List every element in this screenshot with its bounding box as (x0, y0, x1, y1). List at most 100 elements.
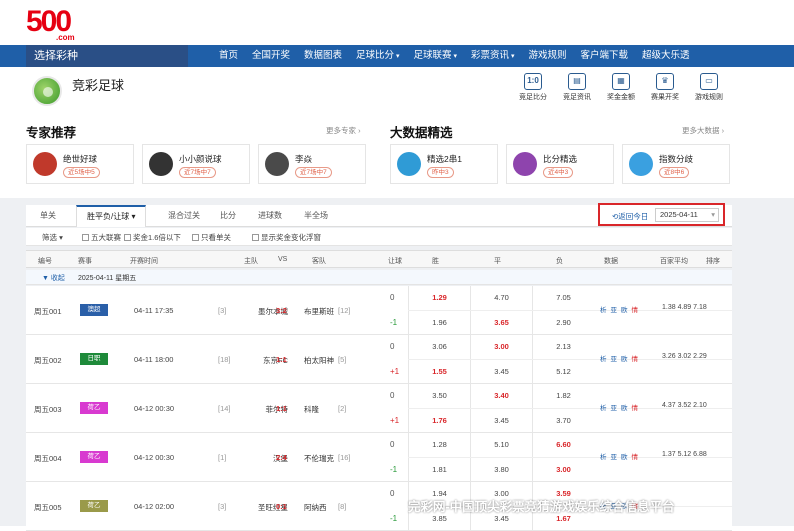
away-team[interactable]: 柏太阳神 (304, 355, 334, 366)
data-link[interactable]: 亚 (611, 356, 618, 363)
league-badge[interactable]: 荷乙 (80, 402, 108, 414)
data-link[interactable]: 亚 (611, 307, 618, 314)
header-tool-2[interactable]: ▦ 奖金金额 (600, 72, 642, 102)
away-team[interactable]: 布里斯班 (304, 306, 334, 317)
tab-3[interactable]: 比分 (220, 205, 236, 227)
table-row[interactable]: 周五004 荷乙 04-12 00:30 [1] 汉堡 2:4 不伦瑞克 [16] 0 -1 1.2… (26, 433, 732, 482)
data-link[interactable]: 情 (632, 405, 639, 412)
experts-card-2[interactable]: 李焱 近7场中7 (258, 144, 366, 184)
odds-draw[interactable]: 3.40 (470, 384, 532, 408)
bigdata-card-1[interactable]: 比分精选 近4中3 (506, 144, 614, 184)
away-team[interactable]: 阿纳西 (304, 502, 327, 513)
data-link[interactable]: 情 (632, 307, 639, 314)
data-link[interactable]: 析 (600, 307, 607, 314)
bigdata-card-0[interactable]: 精选2串1 昨中3 (390, 144, 498, 184)
odds-win[interactable]: 3.50 (408, 384, 470, 408)
handicap-odds-lose[interactable]: 3.70 (532, 409, 594, 433)
odds-draw[interactable]: 3.00 (470, 335, 532, 359)
odds-draw[interactable]: 4.70 (470, 286, 532, 310)
data-link[interactable]: 析 (600, 356, 607, 363)
nav-item-1[interactable]: 全国开奖 (245, 45, 297, 67)
experts-card-0[interactable]: 绝世好球 近5场中5 (26, 144, 134, 184)
column-header-12[interactable]: 排序 (706, 256, 720, 266)
column-header-2[interactable]: 开赛时间 (130, 256, 158, 266)
nav-item-3[interactable]: 足球比分 (349, 45, 406, 67)
column-header-1[interactable]: 赛事 (78, 256, 92, 266)
tab-5[interactable]: 半全场 (304, 205, 328, 227)
data-link[interactable]: 情 (632, 454, 639, 461)
column-header-6[interactable]: 让球 (388, 256, 402, 266)
nav-item-5[interactable]: 彩票资讯 (464, 45, 521, 67)
table-row[interactable]: 周五001 澳超 04-11 17:35 [3] 墨尔本城 3:2 布里斯班 [12] 0 -1 1… (26, 286, 732, 335)
bigdata-card-2[interactable]: 指数分歧 近8中6 (622, 144, 730, 184)
column-header-7[interactable]: 胜 (432, 256, 439, 266)
back-to-today-link[interactable]: ⟲返回今日 (612, 211, 648, 222)
league-badge[interactable]: 荷乙 (80, 500, 108, 512)
handicap-odds-lose[interactable]: 5.12 (532, 360, 594, 384)
filter-2[interactable]: 奖金1.6倍以下 (124, 232, 181, 243)
filter-4[interactable]: 显示奖金变化浮窗 (252, 232, 321, 243)
data-link[interactable]: 亚 (611, 454, 618, 461)
checkbox[interactable] (124, 234, 131, 241)
handicap-odds-draw[interactable]: 3.80 (470, 458, 532, 482)
data-link[interactable]: 欧 (621, 307, 628, 314)
collapse-toggle[interactable]: ▼ 收起 (42, 273, 65, 283)
table-row[interactable]: 周五002 日职 04-11 18:00 [18] 东京FC 1:1 柏太阳神 [5] 0 +1 3… (26, 335, 732, 384)
table-row[interactable]: 周五003 荷乙 04-12 00:30 [14] 菲尔特 1:1 科隆 [2] 0 +1 3.50… (26, 384, 732, 433)
date-select[interactable]: 2025-04-11 ▾ (655, 208, 719, 222)
tab-1[interactable]: 胜平负/让球 ▾ (76, 205, 147, 227)
header-tool-4[interactable]: ▭ 游戏规则 (688, 72, 730, 102)
odds-win[interactable]: 3.06 (408, 335, 470, 359)
nav-item-4[interactable]: 足球联赛 (407, 45, 464, 67)
data-link[interactable]: 欧 (621, 454, 628, 461)
handicap-odds-win[interactable]: 1.55 (408, 360, 470, 384)
handicap-odds-lose[interactable]: 2.90 (532, 311, 594, 335)
tab-2[interactable]: 混合过关 (168, 205, 200, 227)
handicap-odds-win[interactable]: 1.81 (408, 458, 470, 482)
data-link[interactable]: 亚 (611, 405, 618, 412)
checkbox[interactable] (82, 234, 89, 241)
handicap-odds-win[interactable]: 1.96 (408, 311, 470, 335)
column-header-4[interactable]: VS (278, 256, 287, 263)
site-logo[interactable]: 500 .com (26, 7, 96, 43)
nav-item-2[interactable]: 数据图表 (297, 45, 349, 67)
data-link[interactable]: 析 (600, 405, 607, 412)
bigdata-more-link[interactable]: 更多大数据 › (682, 125, 724, 136)
filter-1[interactable]: 五大联赛 (82, 232, 121, 243)
header-tool-3[interactable]: ♛ 赛果开奖 (644, 72, 686, 102)
column-header-5[interactable]: 客队 (312, 256, 326, 266)
away-team[interactable]: 不伦瑞克 (304, 453, 334, 464)
lottery-selector[interactable]: 选择彩种 (26, 45, 188, 67)
column-header-9[interactable]: 负 (556, 256, 563, 266)
filter-0[interactable]: 筛选 ▾ (42, 232, 63, 243)
away-team[interactable]: 科隆 (304, 404, 319, 415)
league-badge[interactable]: 澳超 (80, 304, 108, 316)
header-tool-1[interactable]: ▤ 竞足资讯 (556, 72, 598, 102)
odds-win[interactable]: 1.29 (408, 286, 470, 310)
checkbox[interactable] (252, 234, 259, 241)
experts-card-1[interactable]: 小小颜说球 近7场中7 (142, 144, 250, 184)
nav-item-8[interactable]: 超级大乐透 (635, 45, 697, 67)
column-header-10[interactable]: 数据 (604, 256, 618, 266)
nav-item-6[interactable]: 游戏规则 (522, 45, 574, 67)
odds-lose[interactable]: 6.60 (532, 433, 594, 457)
odds-win[interactable]: 1.28 (408, 433, 470, 457)
filter-3[interactable]: 只看单关 (192, 232, 231, 243)
checkbox[interactable] (192, 234, 199, 241)
column-header-11[interactable]: 百家平均 (660, 256, 688, 266)
data-link[interactable]: 情 (632, 356, 639, 363)
handicap-odds-draw[interactable]: 3.45 (470, 360, 532, 384)
handicap-odds-draw[interactable]: 3.45 (470, 409, 532, 433)
column-header-8[interactable]: 平 (494, 256, 501, 266)
tab-4[interactable]: 进球数 (258, 205, 282, 227)
handicap-odds-win[interactable]: 1.76 (408, 409, 470, 433)
odds-draw[interactable]: 5.10 (470, 433, 532, 457)
league-badge[interactable]: 荷乙 (80, 451, 108, 463)
nav-item-0[interactable]: 首页 (212, 45, 245, 67)
league-badge[interactable]: 日职 (80, 353, 108, 365)
data-link[interactable]: 欧 (621, 405, 628, 412)
column-header-0[interactable]: 编号 (38, 256, 52, 266)
odds-lose[interactable]: 2.13 (532, 335, 594, 359)
data-link[interactable]: 析 (600, 454, 607, 461)
handicap-odds-lose[interactable]: 3.00 (532, 458, 594, 482)
